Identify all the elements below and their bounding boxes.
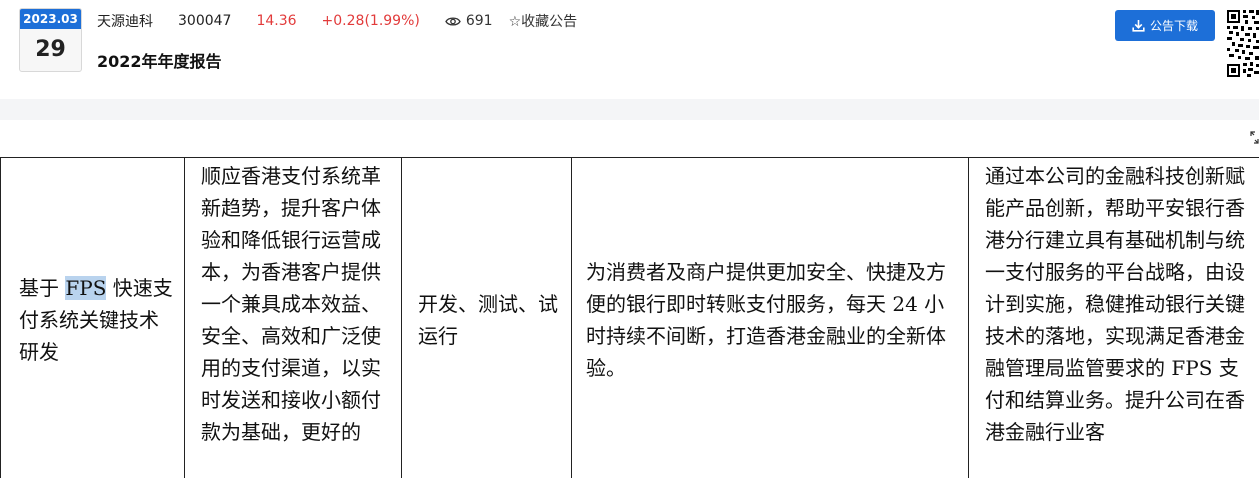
stock-code: 300047: [178, 13, 232, 29]
stock-name[interactable]: 天源迪科: [97, 11, 153, 31]
qr-code-icon: [1226, 9, 1259, 78]
stock-change: +0.28(1.99%): [321, 13, 420, 29]
report-title: 2022年年度报告: [97, 52, 222, 71]
date-year-month: 2023.03: [20, 9, 81, 29]
download-label: 公告下载: [1149, 19, 1198, 33]
favorite-label: ☆收藏公告: [508, 14, 578, 30]
stock-info-row: 天源迪科 300047 14.36 +0.28(1.99%) 691 ☆收藏公告: [97, 10, 577, 32]
expand-icon[interactable]: [1250, 131, 1259, 144]
eye-icon: [445, 16, 461, 26]
project-name-prefix: 基于: [19, 276, 66, 300]
project-purpose-cell: 顺应香港支付系统革新趋势，提升客户体验和降低银行运营成本，为香港客户提供一个兼具…: [184, 157, 402, 478]
view-count-value: 691: [465, 13, 493, 29]
project-name-cell: 基于 FPS 快速支付系统关键技术研发: [0, 157, 185, 478]
stock-price: 14.36: [256, 13, 297, 29]
favorite-button[interactable]: ☆收藏公告: [509, 11, 578, 31]
view-count: 691: [445, 13, 493, 29]
project-goal-cell: 为消费者及商户提供更加安全、快捷及方便的银行即时转账支付服务，每天 24 小时持…: [571, 157, 969, 478]
date-day: 29: [35, 37, 66, 62]
project-impact-cell: 通过本公司的金融科技创新赋能产品创新，帮助平安银行香港分行建立具有基础机制与统一…: [968, 157, 1259, 478]
download-icon: [1132, 20, 1145, 32]
table-row: 基于 FPS 快速支付系统关键技术研发 顺应香港支付系统革新趋势，提升客户体验和…: [0, 157, 1259, 478]
document-page: 基于 FPS 快速支付系统关键技术研发 顺应香港支付系统革新趋势，提升客户体验和…: [0, 157, 1259, 478]
project-name-highlight: FPS: [65, 276, 107, 300]
announcement-header: 2023.03 29 天源迪科 300047 14.36 +0.28(1.99%…: [0, 0, 1259, 99]
separator-band: [0, 99, 1259, 120]
download-button[interactable]: 公告下载: [1115, 10, 1215, 41]
date-badge: 2023.03 29: [19, 8, 82, 72]
rd-project-table: 基于 FPS 快速支付系统关键技术研发 顺应香港支付系统革新趋势，提升客户体验和…: [0, 157, 1259, 478]
project-progress-cell: 开发、测试、试运行: [401, 157, 572, 478]
